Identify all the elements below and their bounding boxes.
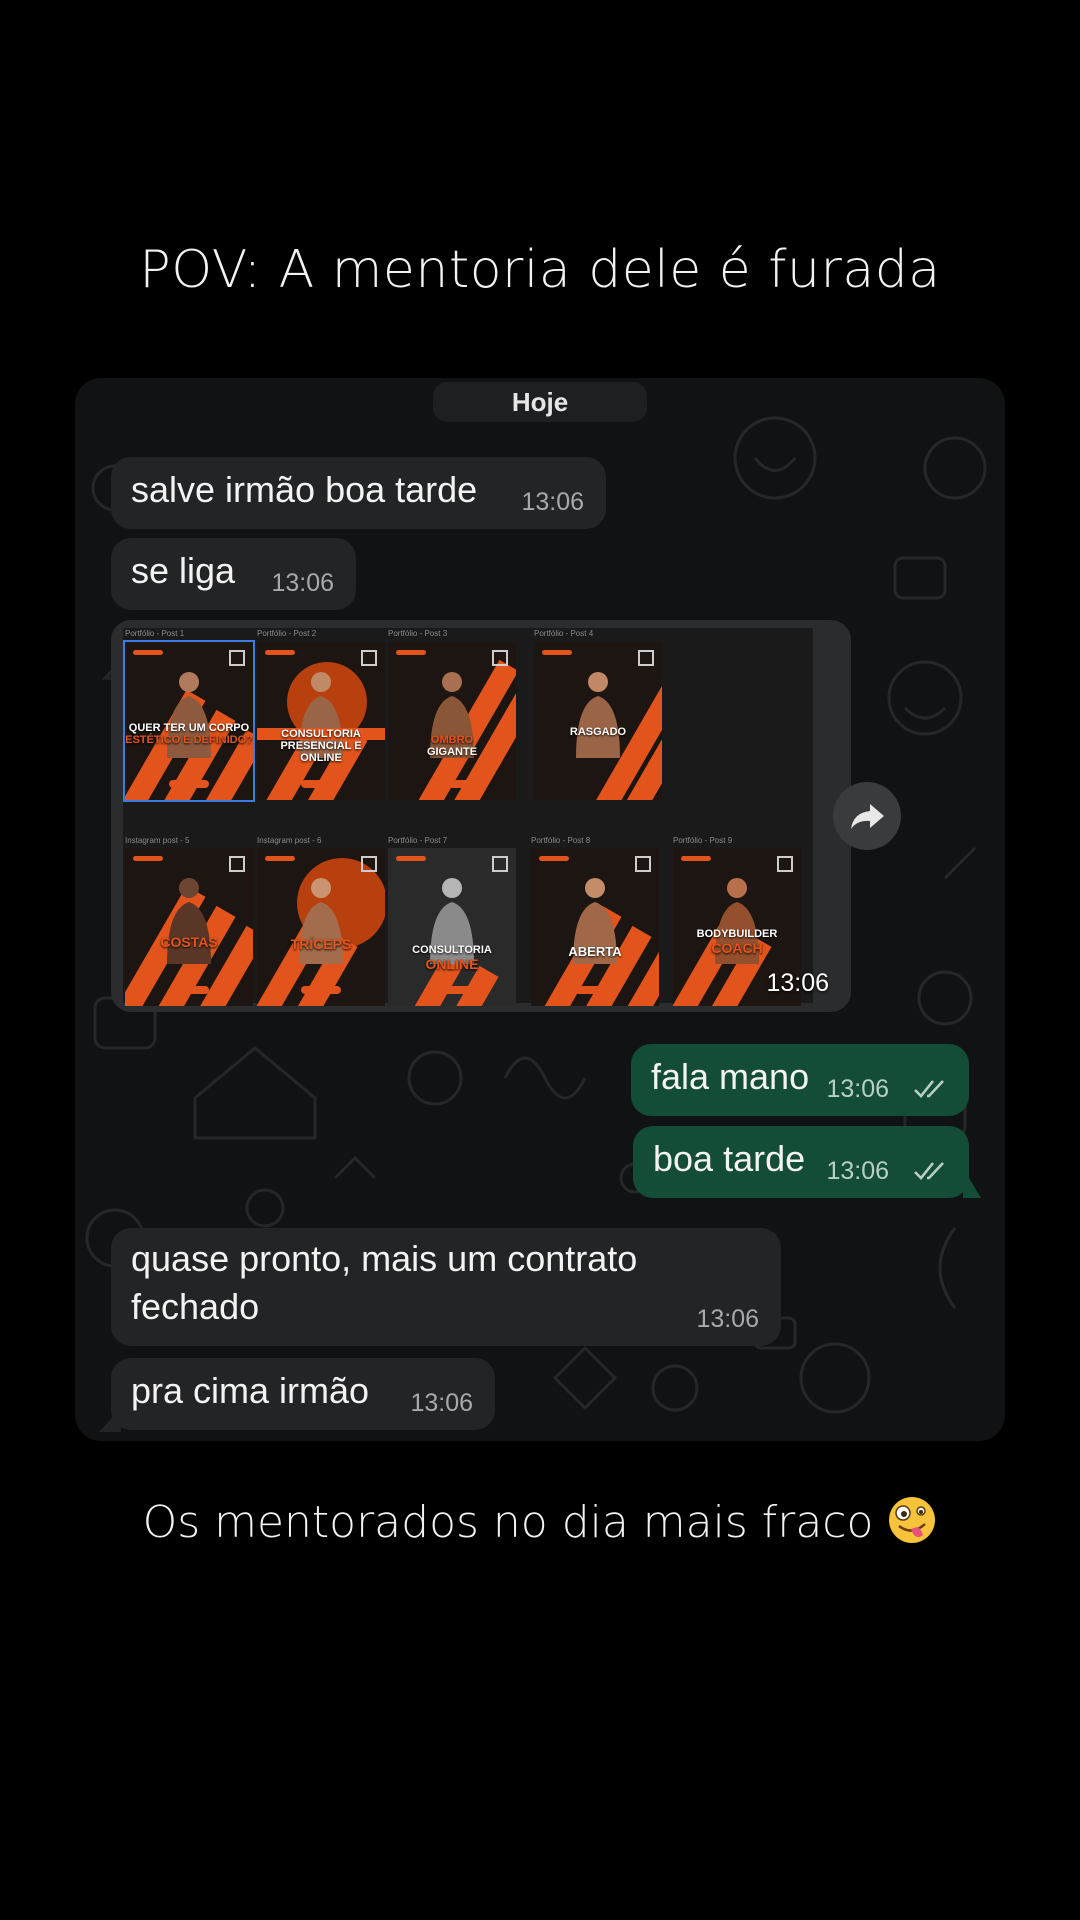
message-time: 13:06: [766, 969, 829, 997]
chat-screenshot: Hoje salve irmão boa tarde 13:06 se liga…: [75, 378, 1005, 1441]
portfolio-post: COSTAS: [125, 848, 253, 1006]
message-text: se liga: [131, 550, 236, 591]
post-label: Portfólio - Post 8: [531, 836, 591, 845]
double-check-icon: [914, 1162, 944, 1180]
message-text: salve irmão boa tarde: [131, 469, 478, 510]
caption-top: POV: A mentoria dele é furada: [139, 240, 941, 300]
message-text: pra cima irmão: [131, 1370, 370, 1411]
message-text: fala mano: [651, 1056, 810, 1097]
message-time: 13:06: [826, 1157, 889, 1185]
forward-button[interactable]: [833, 782, 901, 850]
post-label: Instagram post - 5: [125, 836, 190, 845]
double-check-icon: [914, 1080, 944, 1098]
image-message[interactable]: Portfólio - Post 1 Portfólio - Post 2 Po…: [111, 620, 851, 1012]
zany-face-emoji: [889, 1497, 936, 1543]
message-incoming[interactable]: salve irmão boa tarde 13:06: [111, 457, 606, 529]
message-time: 13:06: [696, 1305, 759, 1333]
portfolio-post: OMBRO GIGANTE: [388, 642, 516, 800]
message-text-line2: fechado: [131, 1286, 260, 1327]
caption-bottom-text: Os mentorados no dia mais fraco: [142, 1497, 874, 1548]
message-outgoing[interactable]: fala mano 13:06: [631, 1044, 969, 1116]
message-time: 13:06: [410, 1389, 473, 1417]
message-incoming[interactable]: pra cima irmão 13:06: [111, 1358, 495, 1430]
post-label: Portfólio - Post 9: [673, 836, 733, 845]
message-incoming[interactable]: quase pronto, mais um contrato fechado 1…: [111, 1228, 781, 1346]
message-text-line1: quase pronto, mais um contrato: [131, 1238, 638, 1279]
post-label: Instagram post - 6: [257, 836, 322, 845]
portfolio-post: CONSULTORIA PRESENCIAL E ONLINE: [257, 642, 385, 800]
message-incoming[interactable]: se liga 13:06: [111, 538, 356, 610]
forward-arrow-icon: [851, 804, 884, 829]
bubble-tail: [963, 1168, 981, 1198]
message-time: 13:06: [521, 488, 584, 516]
message-text: boa tarde: [653, 1138, 806, 1179]
bubble-tail: [99, 1408, 121, 1432]
caption-bottom: Os mentorados no dia mais fraco: [0, 1495, 1080, 1548]
post-label: Portfólio - Post 3: [388, 629, 448, 638]
post-label: Portfólio - Post 2: [257, 629, 317, 638]
portfolio-post: QUER TER UM CORPO ESTÉTICO E DEFINIDO?: [123, 640, 255, 802]
post-label: Portfólio - Post 4: [534, 629, 594, 638]
post-label: Portfólio - Post 1: [125, 629, 185, 638]
message-time: 13:06: [271, 569, 334, 597]
date-separator: Hoje: [433, 382, 647, 422]
message-outgoing[interactable]: boa tarde 13:06: [633, 1126, 969, 1198]
portfolio-post: TRÍCEPS: [257, 848, 385, 1006]
portfolio-post: ABERTA: [531, 848, 659, 1006]
portfolio-image[interactable]: Portfólio - Post 1 Portfólio - Post 2 Po…: [123, 628, 813, 1006]
post-label: Portfólio - Post 7: [388, 836, 448, 845]
portfolio-post: RASGADO: [534, 642, 662, 800]
message-time: 13:06: [826, 1075, 889, 1103]
portfolio-post: CONSULTORIA ONLINE: [388, 848, 516, 1006]
